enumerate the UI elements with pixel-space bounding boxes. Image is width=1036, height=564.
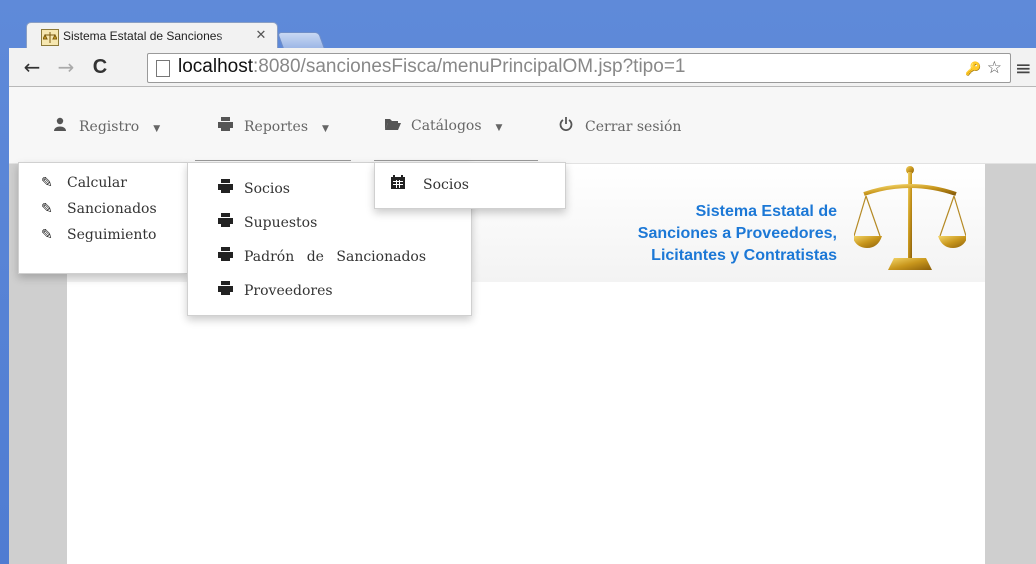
caret-down-icon: ▼: [322, 124, 329, 134]
menu-item-socios[interactable]: Socios: [218, 179, 290, 201]
browser-window: Sistema Estatal de Sanciones ✕ ← → C loc…: [0, 0, 1036, 564]
menu-label: Calcular: [67, 175, 127, 191]
page-icon: [156, 60, 170, 77]
active-underline: [195, 160, 351, 161]
caret-down-icon: ▼: [153, 124, 161, 134]
nav-label: Reportes: [244, 119, 309, 135]
menu-item-calcular[interactable]: ✎ Calcular: [41, 175, 127, 197]
active-underline: [374, 160, 538, 161]
new-tab-button[interactable]: [276, 32, 326, 49]
close-tab-icon[interactable]: ✕: [254, 27, 268, 42]
print-icon: [218, 179, 238, 197]
address-bar[interactable]: localhost:8080/sancionesFisca/menuPrinci…: [147, 53, 1011, 83]
caret-down-icon: ▼: [495, 123, 503, 133]
tab-title: Sistema Estatal de Sanciones: [63, 29, 223, 43]
title-line: Sistema Estatal de: [695, 203, 837, 220]
menu-label: Socios: [244, 181, 290, 197]
menu-item-sancionados[interactable]: ✎ Sancionados: [41, 201, 157, 223]
system-title: Sistema Estatal de Sanciones a Proveedor…: [638, 201, 837, 267]
title-line: Licitantes y Contratistas: [651, 247, 837, 264]
pencil-icon: ✎: [41, 227, 53, 243]
catalogos-dropdown: Socios: [374, 162, 566, 209]
page-viewport: Registro ▼ Reportes ▼ Catálogos ▼ Cerrar se…: [9, 87, 1036, 564]
menu-item-seguimiento[interactable]: ✎ Seguimiento: [41, 227, 156, 249]
registro-dropdown: ✎ Calcular ✎ Sancionados ✎ Seguimiento: [18, 162, 188, 274]
browser-tab[interactable]: Sistema Estatal de Sanciones ✕: [26, 22, 278, 49]
menu-label: Socios: [423, 177, 469, 193]
power-icon: [559, 117, 577, 135]
menu-label: Proveedores: [244, 283, 333, 299]
nav-label: Cerrar sesión: [585, 119, 682, 135]
scales-of-justice-logo: [852, 158, 968, 280]
nav-label: Catálogos: [411, 118, 482, 134]
menu-label: Padrón de Sancionados: [244, 249, 427, 265]
browser-toolbar: ← → C localhost:8080/sancionesFisca/menu…: [9, 48, 1036, 87]
url-text[interactable]: localhost:8080/sancionesFisca/menuPrinci…: [178, 56, 685, 78]
menu-label: Supuestos: [244, 215, 318, 231]
omnibox-actions: 🔑 ☆: [965, 58, 1002, 78]
menu-label: Seguimiento: [67, 227, 157, 243]
nav-catalogos[interactable]: Catálogos ▼: [385, 117, 502, 137]
pencil-icon: ✎: [41, 201, 53, 217]
print-icon: [218, 281, 238, 299]
reload-icon[interactable]: C: [89, 56, 111, 78]
menu-label: Sancionados: [67, 201, 157, 217]
nav-label: Registro: [79, 119, 140, 135]
nav-registro[interactable]: Registro ▼: [53, 117, 160, 137]
menu-item-proveedores[interactable]: Proveedores: [218, 281, 333, 303]
scales-favicon-icon: [41, 29, 59, 46]
menu-item-catalogo-socios[interactable]: Socios: [391, 175, 469, 197]
menu-item-padron-sancionados[interactable]: Padrón de Sancionados: [218, 247, 426, 269]
folder-open-icon: [385, 117, 403, 134]
pencil-icon: ✎: [41, 175, 53, 191]
print-icon: [218, 247, 238, 265]
user-icon: [53, 117, 71, 135]
menu-item-supuestos[interactable]: Supuestos: [218, 213, 317, 235]
print-icon: [218, 213, 238, 231]
main-navbar: Registro ▼ Reportes ▼ Catálogos ▼ Cerrar se…: [9, 87, 1036, 164]
key-icon[interactable]: 🔑: [965, 62, 981, 77]
nav-reportes[interactable]: Reportes ▼: [218, 117, 329, 137]
nav-cerrar-sesion[interactable]: Cerrar sesión: [559, 117, 681, 137]
star-icon[interactable]: ☆: [987, 58, 1002, 78]
back-arrow-icon[interactable]: ←: [21, 56, 43, 78]
forward-arrow-icon[interactable]: →: [55, 56, 77, 78]
calendar-icon: [391, 175, 411, 193]
hamburger-menu-icon[interactable]: ≡: [1015, 56, 1032, 80]
print-icon: [218, 117, 236, 135]
title-line: Sanciones a Proveedores,: [637, 225, 837, 242]
